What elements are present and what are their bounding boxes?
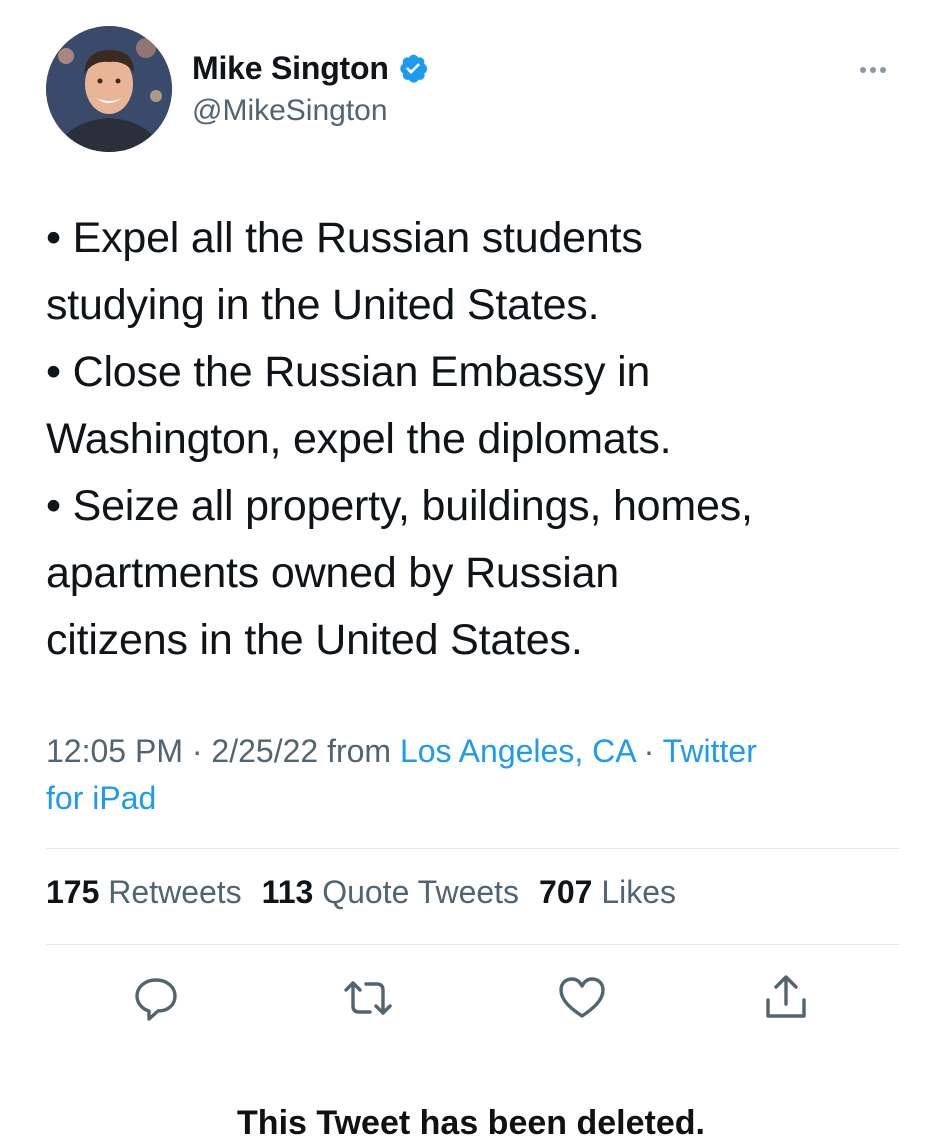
tweet-text-line: citizens in the United States. (46, 616, 583, 664)
likes-label: Likes (601, 874, 677, 910)
likes-count: 707 (539, 874, 593, 910)
tweet-header: Mike Sington @MikeSington (46, 26, 906, 152)
display-name-row: Mike Sington (192, 48, 429, 88)
tweet-text-line: • Seize all property, buildings, homes, (46, 482, 753, 530)
tweet-text: • Expel all the Russian students studyin… (46, 205, 916, 674)
retweet-icon[interactable] (338, 968, 398, 1028)
tweet-date[interactable]: 2/25/22 (211, 733, 318, 769)
meta-separator: · (634, 733, 663, 769)
share-icon[interactable] (756, 968, 816, 1028)
handle[interactable]: @MikeSington (192, 94, 429, 128)
divider (46, 944, 900, 945)
reply-icon[interactable] (126, 968, 186, 1028)
quote-tweets-stat[interactable]: 113 Quote Tweets (262, 874, 519, 911)
tweet-metadata: 12:05 PM · 2/25/22 from Los Angeles, CA … (46, 728, 906, 822)
like-icon[interactable] (552, 968, 612, 1028)
location-link[interactable]: Los Angeles, CA (400, 733, 635, 769)
source-link-part2[interactable]: for iPad (46, 780, 156, 816)
quote-tweets-label: Quote Tweets (322, 874, 520, 910)
avatar[interactable] (46, 26, 172, 152)
retweets-count: 175 (46, 874, 100, 910)
divider (46, 848, 900, 849)
retweets-stat[interactable]: 175 Retweets (46, 874, 242, 911)
tweet-text-line: apartments owned by Russian (46, 549, 620, 597)
tweet-time[interactable]: 12:05 PM (46, 733, 183, 769)
more-options-ellipsis-icon[interactable] (860, 60, 896, 73)
tweet-text-line: Washington, expel the diplomats. (46, 415, 672, 463)
meta-separator: · (182, 733, 212, 769)
action-bar (0, 968, 942, 1028)
source-link-part1[interactable]: Twitter (663, 733, 757, 769)
tweet-page: Mike Sington @MikeSington • Expel all th… (0, 0, 942, 1142)
author-names: Mike Sington @MikeSington (192, 48, 429, 128)
likes-stat[interactable]: 707 Likes (539, 874, 676, 911)
deleted-notice: This Tweet has been deleted. (237, 1104, 705, 1142)
from-label: from (318, 733, 400, 769)
quote-tweets-count: 113 (261, 874, 314, 910)
tweet-text-line: • Close the Russian Embassy in (46, 348, 651, 396)
tweet-text-line: • Expel all the Russian students (46, 214, 643, 262)
display-name[interactable]: Mike Sington (192, 50, 389, 87)
verified-badge-icon (397, 52, 429, 84)
engagement-stats: 175 Retweets 113 Quote Tweets 707 Likes (46, 874, 676, 911)
tweet-text-line: studying in the United States. (46, 281, 600, 329)
retweets-label: Retweets (108, 874, 242, 910)
